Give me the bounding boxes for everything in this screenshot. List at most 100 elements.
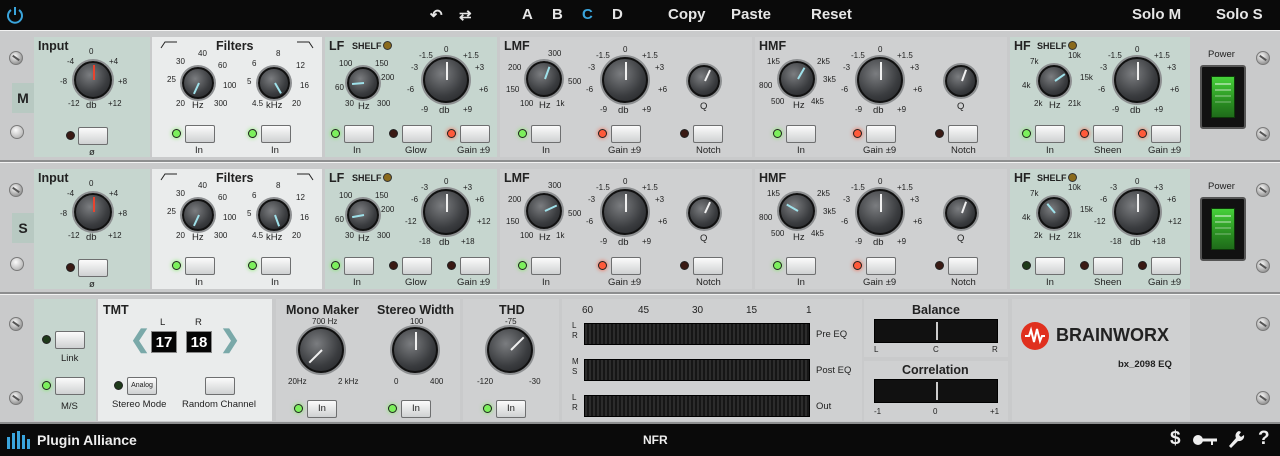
s-lf-in-button[interactable] (344, 257, 374, 275)
s-lmf-gain9-button[interactable] (611, 257, 641, 275)
s-hmf-in-button[interactable] (786, 257, 816, 275)
stereo-mode-button[interactable]: Analog (127, 377, 157, 395)
preset-b-button[interactable]: B (552, 6, 563, 23)
s-hf-in-button[interactable] (1035, 257, 1065, 275)
tmt-l-label: L (160, 317, 166, 328)
s-link-icon[interactable] (10, 257, 24, 271)
s-power-switch[interactable] (1200, 197, 1246, 261)
m-lmf-freq-knob[interactable] (526, 61, 562, 97)
m-hf-shelf-toggle[interactable] (1068, 41, 1077, 50)
tmt-next-icon[interactable]: ❯ (220, 325, 240, 354)
s-highpass-knob[interactable] (182, 199, 214, 231)
s-hf-freq-knob[interactable] (1038, 197, 1070, 229)
power-icon[interactable] (6, 6, 24, 24)
m-lf-freq-knob[interactable] (347, 67, 379, 99)
m-lf-gain9-button[interactable] (460, 125, 490, 143)
m-highpass-knob[interactable] (182, 67, 214, 99)
stereo-width-knob[interactable] (392, 327, 438, 373)
m-hf-in-button[interactable] (1035, 125, 1065, 143)
m-lmf-q-knob[interactable] (688, 65, 720, 97)
m-hmf-gain-knob[interactable] (857, 57, 903, 103)
m-hf-gain9-button[interactable] (1151, 125, 1181, 143)
s-hmf-gain9-button[interactable] (866, 257, 896, 275)
m-hp-in-led (172, 129, 181, 138)
thd-knob[interactable] (487, 327, 533, 373)
m-lp-in-button[interactable] (261, 125, 291, 143)
tick: 150 (375, 191, 389, 200)
s-hmf-gain-knob[interactable] (857, 189, 903, 235)
s-lmf-gain-knob[interactable] (602, 189, 648, 235)
s-hp-in-button[interactable] (185, 257, 215, 275)
m-lmf-in-button[interactable] (531, 125, 561, 143)
preset-d-button[interactable]: D (612, 6, 623, 23)
s-lf-gain9-button[interactable] (460, 257, 490, 275)
s-lf-glow-button[interactable] (402, 257, 432, 275)
m-hf-sheen-button[interactable] (1093, 125, 1123, 143)
m-hmf-freq-knob[interactable] (779, 61, 815, 97)
s-lowpass-knob[interactable] (258, 199, 290, 231)
s-hf-gain-knob[interactable] (1114, 189, 1160, 235)
mono-maker-knob[interactable] (298, 327, 344, 373)
s-lf-shelf-toggle[interactable] (383, 173, 392, 182)
m-phase-button[interactable] (78, 127, 108, 145)
s-lf-freq-knob[interactable] (347, 199, 379, 231)
s-hf-shelf-toggle[interactable] (1068, 173, 1077, 182)
m-hmf-notch-button[interactable] (948, 125, 978, 143)
s-lmf-q-knob[interactable] (688, 197, 720, 229)
m-lmf-gain-knob[interactable] (602, 57, 648, 103)
solo-s-button[interactable]: Solo S (1216, 6, 1263, 23)
ms-button[interactable] (55, 377, 85, 395)
m-lowpass-knob[interactable] (258, 67, 290, 99)
m-hmf-in-button[interactable] (786, 125, 816, 143)
s-hmf-notch-button[interactable] (948, 257, 978, 275)
tick: 1k (556, 231, 565, 240)
s-lmf-in-button[interactable] (531, 257, 561, 275)
m-lf-glow-button[interactable] (402, 125, 432, 143)
m-link-icon[interactable] (10, 125, 24, 139)
s-phase-button[interactable] (78, 259, 108, 277)
m-lf-in-button[interactable] (344, 125, 374, 143)
s-hmf-q-knob[interactable] (945, 197, 977, 229)
s-hmf-freq-knob[interactable] (779, 193, 815, 229)
tick: 5 (247, 209, 252, 218)
s-lp-in-button[interactable] (261, 257, 291, 275)
m-hf-freq-knob[interactable] (1038, 65, 1070, 97)
help-icon[interactable]: ? (1258, 428, 1270, 450)
stereo-width-in-button[interactable]: In (401, 400, 431, 418)
s-lf-gain-knob[interactable] (423, 189, 469, 235)
m-hp-in-button[interactable] (185, 125, 215, 143)
mono-maker-in-button[interactable]: In (307, 400, 337, 418)
m-input-knob[interactable] (74, 61, 112, 99)
s-input-knob[interactable] (74, 193, 112, 231)
s-hf-sheen-button[interactable] (1093, 257, 1123, 275)
redo-icon[interactable]: ⇄ (459, 6, 472, 24)
s-lmf-freq-knob[interactable] (526, 193, 562, 229)
m-power-switch[interactable] (1200, 65, 1246, 129)
m-lf-shelf-toggle[interactable] (383, 41, 392, 50)
preset-a-button[interactable]: A (522, 6, 533, 23)
key-icon[interactable] (1192, 433, 1218, 447)
random-channel-button[interactable] (205, 377, 235, 395)
s-hmf-notch-label: Notch (951, 277, 976, 288)
tmt-prev-icon[interactable]: ❮ (130, 325, 150, 354)
s-lmf-notch-button[interactable] (693, 257, 723, 275)
m-hf-gain-knob[interactable] (1114, 57, 1160, 103)
paste-button[interactable]: Paste (731, 6, 771, 23)
m-lmf-gain9-button[interactable] (611, 125, 641, 143)
solo-m-button[interactable]: Solo M (1132, 6, 1181, 23)
tick: -6 (1098, 85, 1106, 94)
undo-icon[interactable]: ↶ (430, 6, 443, 24)
preset-c-button[interactable]: C (582, 6, 593, 23)
link-button[interactable] (55, 331, 85, 349)
tick: 0 (89, 47, 94, 56)
copy-button[interactable]: Copy (668, 6, 706, 23)
s-hf-gain9-button[interactable] (1151, 257, 1181, 275)
thd-in-button[interactable]: In (496, 400, 526, 418)
reset-button[interactable]: Reset (811, 6, 852, 23)
m-lmf-notch-button[interactable] (693, 125, 723, 143)
m-hmf-gain9-button[interactable] (866, 125, 896, 143)
m-hmf-q-knob[interactable] (945, 65, 977, 97)
wrench-icon[interactable] (1227, 430, 1245, 450)
dollar-icon[interactable]: $ (1170, 428, 1181, 450)
m-lf-gain-knob[interactable] (423, 57, 469, 103)
